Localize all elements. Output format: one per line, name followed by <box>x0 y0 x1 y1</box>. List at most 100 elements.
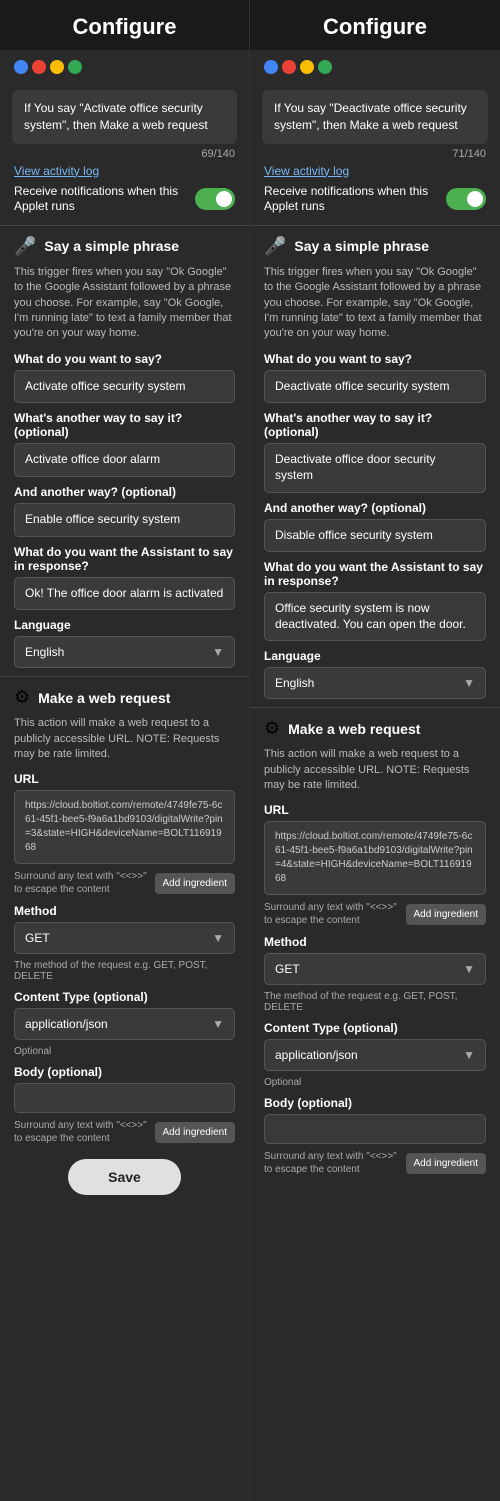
right-language-label: Language <box>264 649 486 663</box>
right-method-value: GET <box>275 962 300 976</box>
right-content-type-value: application/json <box>275 1048 358 1062</box>
right-response-label: What do you want the Assistant to say in… <box>264 560 486 588</box>
left-action-title: Make a web request <box>38 690 170 706</box>
right-trigger-desc: This trigger fires when you say "Ok Goog… <box>264 265 486 342</box>
right-view-log[interactable]: View activity log <box>264 164 486 178</box>
left-url-input[interactable]: https://cloud.boltiot.com/remote/4749fe7… <box>14 790 235 864</box>
left-method-select[interactable]: GET ▼ <box>14 922 235 954</box>
left-body-ingredient-row: Surround any text with "<<>>" to escape … <box>14 1119 235 1145</box>
left-method-chevron: ▼ <box>212 931 224 945</box>
right-google-logo <box>250 50 500 82</box>
right-alt-phrase2-input[interactable]: Disable office security system <box>264 519 486 553</box>
left-phrase-label: What do you want to say? <box>14 352 235 366</box>
right-trigger-icon: 🎤 <box>264 236 286 257</box>
right-title: Configure <box>250 0 500 50</box>
right-alt-phrase-input[interactable]: Deactivate office door security system <box>264 443 486 492</box>
right-response-input[interactable]: Office security system is now deactivate… <box>264 592 486 641</box>
left-body-ingredient-hint: Surround any text with "<<>>" to escape … <box>14 1119 155 1145</box>
right-optional-note: Optional <box>264 1077 486 1088</box>
dot-red <box>32 60 46 74</box>
right-add-ingredient-hint: Surround any text with "<<>>" to escape … <box>264 901 406 927</box>
left-action-icon: ⚙ <box>14 687 30 708</box>
left-body-ingredient-btn[interactable]: Add ingredient <box>155 1122 236 1143</box>
left-language-label: Language <box>14 618 235 632</box>
right-content-type-chevron: ▼ <box>463 1048 475 1062</box>
right-description: If You say "Deactivate office security s… <box>262 90 488 144</box>
left-notif-label: Receive notifications when this Applet r… <box>14 184 195 215</box>
left-trigger-header: 🎤 Say a simple phrase <box>14 236 235 257</box>
right-content-type-label: Content Type (optional) <box>264 1021 486 1035</box>
right-toggle[interactable] <box>446 188 486 210</box>
left-method-value: GET <box>25 931 50 945</box>
dot-green <box>68 60 82 74</box>
left-url-label: URL <box>14 772 235 786</box>
dot-yellow <box>50 60 64 74</box>
left-optional-note: Optional <box>14 1046 235 1057</box>
right-method-chevron: ▼ <box>463 962 475 976</box>
left-alt-phrase-input[interactable]: Activate office door alarm <box>14 443 235 477</box>
left-description: If You say "Activate office security sys… <box>12 90 237 144</box>
right-phrase-input[interactable]: Deactivate office security system <box>264 370 486 404</box>
left-notif-row: Receive notifications when this Applet r… <box>14 184 235 215</box>
left-alt-phrase-label: What's another way to say it? (optional) <box>14 411 235 439</box>
left-alt-phrase2-label: And another way? (optional) <box>14 485 235 499</box>
right-body-ingredient-btn[interactable]: Add ingredient <box>406 1153 487 1174</box>
left-trigger-title: Say a simple phrase <box>44 238 179 254</box>
right-body-input[interactable] <box>264 1114 486 1144</box>
left-divider1 <box>0 225 249 226</box>
right-dot-yellow <box>300 60 314 74</box>
right-method-label: Method <box>264 935 486 949</box>
right-char-count: 71/140 <box>264 148 486 160</box>
right-url-input[interactable]: https://cloud.boltiot.com/remote/4749fe7… <box>264 821 486 895</box>
left-content-type-select[interactable]: application/json ▼ <box>14 1008 235 1040</box>
right-trigger-title: Say a simple phrase <box>294 238 429 254</box>
dot-blue <box>14 60 28 74</box>
right-action-icon: ⚙ <box>264 718 280 739</box>
left-char-count: 69/140 <box>14 148 235 160</box>
right-action-header: ⚙ Make a web request <box>264 718 486 739</box>
left-method-note: The method of the request e.g. GET, POST… <box>14 960 235 982</box>
right-language-select[interactable]: English ▼ <box>264 667 486 699</box>
left-alt-phrase2-input[interactable]: Enable office security system <box>14 503 235 537</box>
right-method-note: The method of the request e.g. GET, POST… <box>264 991 486 1013</box>
left-google-logo <box>0 50 249 82</box>
left-content-type-chevron: ▼ <box>212 1017 224 1031</box>
right-dot-red <box>282 60 296 74</box>
main-container: Configure If You say "Activate office se… <box>0 0 500 1501</box>
right-alt-phrase2-label: And another way? (optional) <box>264 501 486 515</box>
left-language-select[interactable]: English ▼ <box>14 636 235 668</box>
left-view-log[interactable]: View activity log <box>14 164 235 178</box>
right-action-title: Make a web request <box>288 721 420 737</box>
left-content-type-value: application/json <box>25 1017 108 1031</box>
left-toggle[interactable] <box>195 188 235 210</box>
right-action-desc: This action will make a web request to a… <box>264 747 486 793</box>
left-phrase-input[interactable]: Activate office security system <box>14 370 235 404</box>
right-trigger-header: 🎤 Say a simple phrase <box>264 236 486 257</box>
left-action-header: ⚙ Make a web request <box>14 687 235 708</box>
left-body-input[interactable] <box>14 1083 235 1113</box>
left-language-chevron: ▼ <box>212 645 224 659</box>
right-method-select[interactable]: GET ▼ <box>264 953 486 985</box>
right-notif-row: Receive notifications when this Applet r… <box>264 184 486 215</box>
left-action-desc: This action will make a web request to a… <box>14 716 235 762</box>
right-url-label: URL <box>264 803 486 817</box>
right-language-value: English <box>275 676 314 690</box>
left-save-button[interactable]: Save <box>68 1159 181 1195</box>
left-method-label: Method <box>14 904 235 918</box>
left-response-input[interactable]: Ok! The office door alarm is activated <box>14 577 235 611</box>
left-trigger-desc: This trigger fires when you say "Ok Goog… <box>14 265 235 342</box>
right-content-type-select[interactable]: application/json ▼ <box>264 1039 486 1071</box>
right-add-ingredient-row: Surround any text with "<<>>" to escape … <box>264 901 486 927</box>
right-dot-blue <box>264 60 278 74</box>
left-body-label: Body (optional) <box>14 1065 235 1079</box>
right-body-ingredient-hint: Surround any text with "<<>>" to escape … <box>264 1150 406 1176</box>
left-add-ingredient-btn[interactable]: Add ingredient <box>155 873 236 894</box>
right-dot-green <box>318 60 332 74</box>
left-response-label: What do you want the Assistant to say in… <box>14 545 235 573</box>
left-panel: Configure If You say "Activate office se… <box>0 0 250 1501</box>
right-add-ingredient-btn[interactable]: Add ingredient <box>406 904 487 925</box>
left-divider2 <box>0 676 249 677</box>
left-language-value: English <box>25 645 64 659</box>
left-trigger-icon: 🎤 <box>14 236 36 257</box>
right-language-chevron: ▼ <box>463 676 475 690</box>
